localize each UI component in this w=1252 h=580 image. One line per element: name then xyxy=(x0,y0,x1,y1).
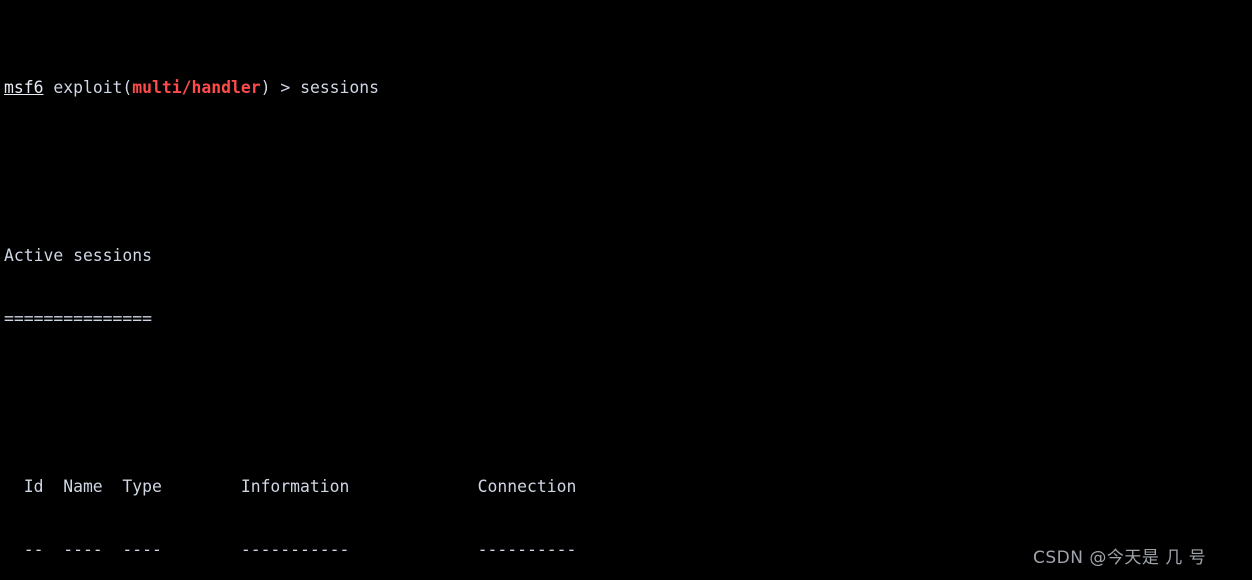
prompt-context-open: exploit( xyxy=(43,78,133,97)
prompt-context-close: ) > xyxy=(260,78,301,97)
prompt-name: msf6 xyxy=(4,78,44,97)
command-text: sessions xyxy=(300,78,380,97)
table-separator-row: -- ---- ---- ----------- ---------- xyxy=(4,540,577,559)
prompt-module: multi/handler xyxy=(132,78,261,97)
table-header-row: Id Name Type Information Connection xyxy=(4,477,577,496)
prompt-line: msf6 exploit(multi/handler) > sessions xyxy=(4,77,1252,98)
sessions-title: Active sessions xyxy=(4,246,153,265)
terminal-window[interactable]: msf6 exploit(multi/handler) > sessions A… xyxy=(0,0,1252,580)
terminal-screen: msf6 exploit(multi/handler) > sessions A… xyxy=(4,0,1252,580)
sessions-title-underline: =============== xyxy=(4,309,153,328)
